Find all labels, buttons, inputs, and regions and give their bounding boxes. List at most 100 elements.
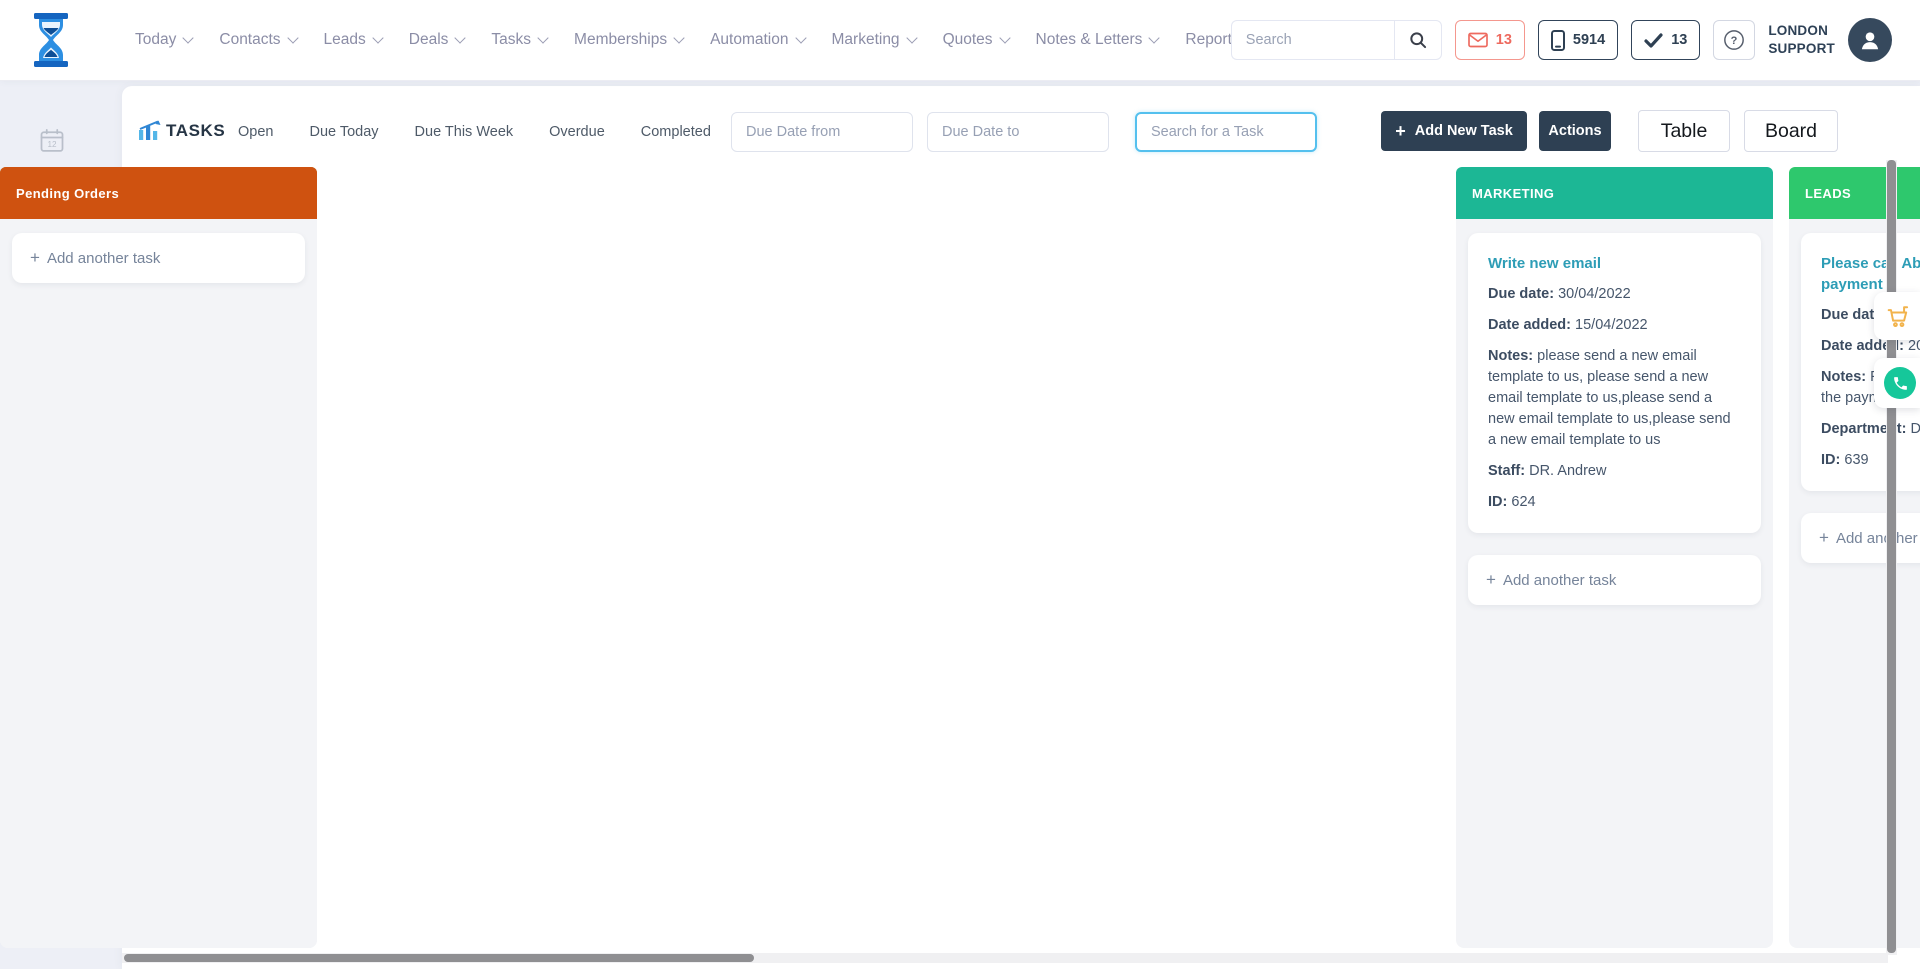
chevron-down-icon — [795, 32, 806, 43]
nav-label: Automation — [710, 31, 788, 49]
task-field: ID: 639 — [1821, 450, 1920, 471]
task-field: Staff: DR. Andrew — [1488, 461, 1741, 482]
field-value: 30/04/2022 — [1558, 286, 1631, 302]
task-card[interactable]: Write new email Due date: 30/04/2022 Dat… — [1468, 233, 1761, 533]
completed-tasks-badge[interactable]: 13 — [1631, 20, 1700, 60]
column-header[interactable]: LEADS — [1789, 167, 1920, 219]
table-view-label: Table — [1661, 120, 1708, 143]
nav-label: Memberships — [574, 31, 667, 49]
chevron-down-icon — [999, 32, 1010, 43]
person-icon — [1857, 27, 1883, 53]
nav-label: Deals — [409, 31, 449, 49]
task-filters: Open Due Today Due This Week Overdue Com… — [238, 124, 711, 140]
svg-text:?: ? — [1731, 35, 1738, 47]
column-marketing: MARKETING Write new email Due date: 30/0… — [1456, 167, 1773, 948]
add-another-task-button[interactable]: + Add another task — [1801, 513, 1920, 563]
chevron-down-icon — [1149, 32, 1160, 43]
global-search-input[interactable] — [1231, 20, 1394, 60]
field-value: 20/06/2022 — [1908, 338, 1920, 354]
help-circle-icon: ? — [1723, 29, 1745, 51]
vertical-scrollbar-thumb[interactable] — [1887, 160, 1896, 953]
task-search-input[interactable] — [1135, 112, 1317, 152]
account-name-line2: SUPPORT — [1768, 40, 1835, 58]
due-date-to-input[interactable] — [927, 112, 1109, 152]
nav-item-tasks[interactable]: Tasks — [491, 31, 547, 49]
field-value: 639 — [1844, 452, 1868, 468]
nav-item-quotes[interactable]: Quotes — [943, 31, 1009, 49]
filter-due-this-week[interactable]: Due This Week — [415, 124, 514, 140]
nav-label: Today — [135, 31, 176, 49]
nav-item-contacts[interactable]: Contacts — [219, 31, 296, 49]
calls-badge[interactable]: 5914 — [1538, 20, 1618, 60]
user-avatar[interactable] — [1848, 18, 1892, 62]
app-root: Today Contacts Leads Deals Tasks Members… — [0, 0, 1920, 969]
add-task-label: Add another task — [47, 250, 160, 267]
account-name: LONDON SUPPORT — [1768, 22, 1835, 57]
checkmark-icon — [1644, 33, 1663, 48]
sidebar-calendar-icon[interactable]: 12 — [38, 127, 66, 155]
field-label: Date added: — [1488, 317, 1571, 333]
chevron-down-icon — [455, 32, 466, 43]
table-view-button[interactable]: Table — [1638, 110, 1730, 152]
help-button[interactable]: ? — [1713, 20, 1755, 60]
task-field: Due date: 30/04/2022 — [1488, 284, 1741, 305]
calls-count: 5914 — [1573, 32, 1605, 48]
tasks-count: 13 — [1671, 32, 1687, 48]
nav-item-automation[interactable]: Automation — [710, 31, 804, 49]
add-another-task-button[interactable]: + Add another task — [12, 233, 305, 283]
field-label: ID: — [1821, 452, 1840, 468]
envelope-icon — [1468, 32, 1488, 48]
add-new-task-button[interactable]: + Add New Task — [1381, 111, 1527, 151]
filter-open[interactable]: Open — [238, 124, 273, 140]
smartphone-icon — [1551, 30, 1565, 51]
email-notifications-badge[interactable]: 13 — [1455, 20, 1525, 60]
column-leads: LEADS Please call Abigail and process th… — [1789, 167, 1920, 948]
filter-overdue[interactable]: Overdue — [549, 124, 605, 140]
column-header[interactable]: Pending Orders — [0, 167, 317, 219]
chevron-down-icon — [183, 32, 194, 43]
floating-whatsapp-button[interactable] — [1874, 358, 1920, 408]
chevron-down-icon — [906, 32, 917, 43]
nav-item-marketing[interactable]: Marketing — [832, 31, 916, 49]
plus-icon: + — [1819, 528, 1829, 548]
field-value: Doctor — [1910, 421, 1920, 437]
search-button[interactable] — [1394, 20, 1442, 60]
task-field: ID: 624 — [1488, 492, 1741, 513]
field-label: Due date: — [1488, 286, 1554, 302]
search-icon — [1408, 30, 1428, 50]
main-menu: Today Contacts Leads Deals Tasks Members… — [135, 0, 1315, 80]
nav-item-today[interactable]: Today — [135, 31, 192, 49]
horizontal-scrollbar-thumb[interactable] — [124, 954, 754, 962]
nav-label: Contacts — [219, 31, 280, 49]
field-label: Staff: — [1488, 463, 1525, 479]
filter-due-today[interactable]: Due Today — [309, 124, 378, 140]
nav-item-leads[interactable]: Leads — [324, 31, 382, 49]
svg-text:12: 12 — [47, 140, 57, 149]
page-title: TASKS — [166, 121, 225, 141]
task-title-link[interactable]: Please call Abigail and process the paym… — [1821, 253, 1920, 295]
task-field: Department: Doctor — [1821, 419, 1920, 440]
column-header[interactable]: MARKETING — [1456, 167, 1773, 219]
field-label: Notes: — [1821, 369, 1866, 385]
due-date-from-input[interactable] — [731, 112, 913, 152]
nav-item-deals[interactable]: Deals — [409, 31, 465, 49]
nav-item-notes-letters[interactable]: Notes & Letters — [1036, 31, 1159, 49]
floating-cart-button[interactable] — [1874, 292, 1920, 340]
whatsapp-icon — [1884, 367, 1916, 399]
add-task-label: Add another task — [1836, 530, 1920, 547]
task-title-link[interactable]: Write new email — [1488, 253, 1741, 274]
chevron-down-icon — [372, 32, 383, 43]
plus-icon: + — [30, 248, 40, 268]
actions-button[interactable]: Actions — [1539, 111, 1611, 151]
nav-label: Leads — [324, 31, 366, 49]
add-another-task-button[interactable]: +Add another task — [1468, 555, 1761, 605]
hourglass-logo-icon[interactable] — [30, 13, 72, 67]
filter-completed[interactable]: Completed — [641, 124, 711, 140]
global-search — [1231, 20, 1442, 60]
board-view-label: Board — [1765, 120, 1817, 143]
board-view-button[interactable]: Board — [1744, 110, 1838, 152]
account-name-line1: LONDON — [1768, 22, 1835, 40]
email-count: 13 — [1496, 32, 1512, 48]
nav-item-memberships[interactable]: Memberships — [574, 31, 683, 49]
nav-label: Notes & Letters — [1036, 31, 1143, 49]
